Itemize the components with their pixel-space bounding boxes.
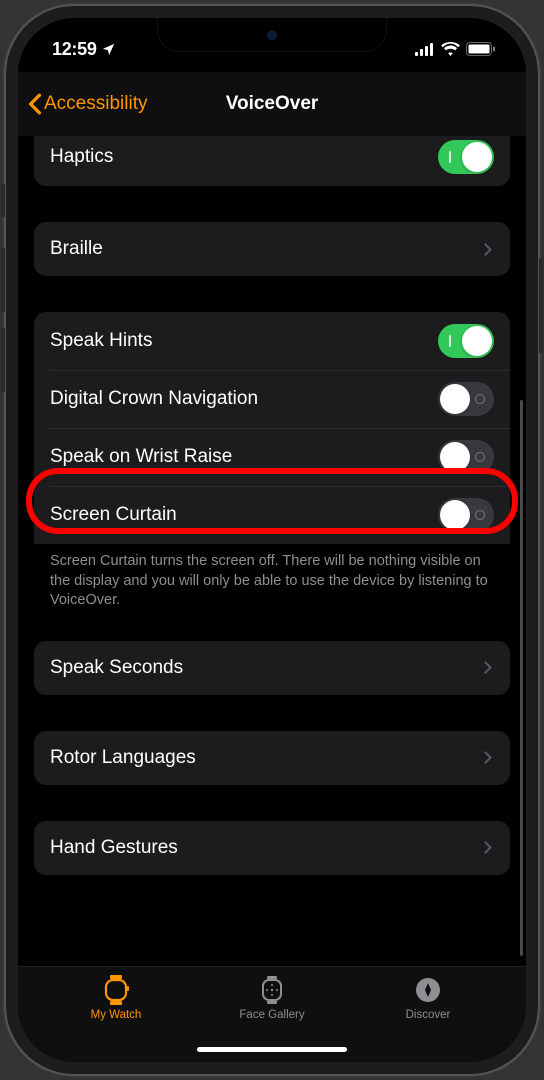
toggle-screen-curtain[interactable]	[438, 498, 494, 532]
toggle-knob	[462, 142, 492, 172]
toggle-knob	[440, 384, 470, 414]
back-label: Accessibility	[44, 93, 147, 115]
row-hand-gestures[interactable]: Hand Gestures	[34, 821, 510, 875]
phone-frame: 12:59 Accessibility	[4, 4, 540, 1076]
side-button	[1, 184, 5, 218]
row-speak-seconds[interactable]: Speak Seconds	[34, 641, 510, 695]
chevron-right-icon	[479, 661, 492, 674]
notch	[157, 18, 387, 52]
status-left: 12:59	[52, 39, 116, 60]
chevron-right-icon	[479, 841, 492, 854]
row-label: Hand Gestures	[50, 837, 481, 859]
row-label: Speak Hints	[50, 330, 438, 352]
row-label: Screen Curtain	[50, 504, 438, 526]
tab-discover[interactable]: Discover	[378, 975, 478, 1062]
group-haptics: Haptics	[34, 136, 510, 186]
toggle-haptics[interactable]	[438, 140, 494, 174]
group-rotor: Rotor Languages	[34, 731, 510, 785]
group-speak-seconds: Speak Seconds	[34, 641, 510, 695]
status-time: 12:59	[52, 39, 97, 60]
cellular-icon	[415, 43, 435, 56]
row-speak-hints[interactable]: Speak Hints	[34, 312, 510, 370]
row-wrist-raise[interactable]: Speak on Wrist Raise	[34, 428, 510, 486]
chevron-right-icon	[479, 751, 492, 764]
row-label: Speak Seconds	[50, 657, 481, 679]
location-arrow-icon	[101, 42, 116, 57]
battery-icon	[466, 42, 496, 56]
toggle-knob	[440, 500, 470, 530]
wifi-icon	[441, 42, 460, 56]
chevron-left-icon	[28, 93, 42, 115]
volume-down-button	[1, 328, 5, 392]
group-braille: Braille	[34, 222, 510, 276]
status-right	[415, 42, 496, 56]
screen: 12:59 Accessibility	[18, 18, 526, 1062]
toggle-knob	[462, 326, 492, 356]
footer-screen-curtain: Screen Curtain turns the screen off. The…	[34, 544, 510, 611]
back-button[interactable]: Accessibility	[28, 93, 147, 115]
toggle-speak-hints[interactable]	[438, 324, 494, 358]
row-braille[interactable]: Braille	[34, 222, 510, 276]
watch-icon	[101, 975, 131, 1005]
scrollbar[interactable]	[520, 400, 523, 956]
row-label: Haptics	[50, 146, 438, 168]
row-label: Digital Crown Navigation	[50, 388, 438, 410]
tab-my-watch[interactable]: My Watch	[66, 975, 166, 1062]
toggle-wrist-raise[interactable]	[438, 440, 494, 474]
watch-face-icon	[257, 975, 287, 1005]
row-digital-crown[interactable]: Digital Crown Navigation	[34, 370, 510, 428]
camera-dot	[267, 30, 277, 40]
row-label: Speak on Wrist Raise	[50, 446, 438, 468]
compass-icon	[413, 975, 443, 1005]
row-label: Braille	[50, 238, 481, 260]
toggle-digital-crown[interactable]	[438, 382, 494, 416]
row-screen-curtain[interactable]: Screen Curtain	[34, 486, 510, 544]
row-rotor-languages[interactable]: Rotor Languages	[34, 731, 510, 785]
chevron-right-icon	[479, 243, 492, 256]
row-haptics[interactable]: Haptics	[34, 136, 510, 186]
group-speak: Speak Hints Digital Crown Navigation Spe…	[34, 312, 510, 611]
tab-label: Discover	[406, 1009, 451, 1021]
volume-up-button	[1, 248, 5, 312]
tab-label: My Watch	[91, 1009, 142, 1021]
group-hand: Hand Gestures	[34, 821, 510, 875]
toggle-knob	[440, 442, 470, 472]
nav-bar: Accessibility VoiceOver	[18, 72, 526, 136]
tab-label: Face Gallery	[239, 1009, 304, 1021]
content[interactable]: Haptics Braille Speak Hints Digital Crow…	[18, 136, 526, 966]
power-button	[539, 258, 543, 354]
row-label: Rotor Languages	[50, 747, 481, 769]
home-indicator[interactable]	[197, 1047, 347, 1052]
